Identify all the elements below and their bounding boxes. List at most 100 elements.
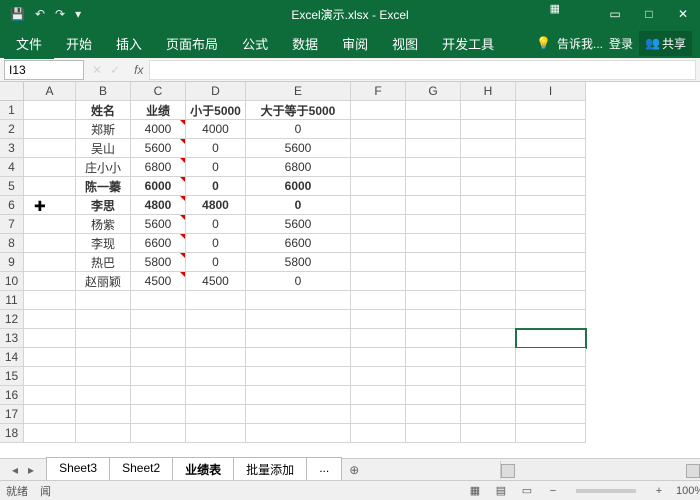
- col-header-C[interactable]: C: [131, 82, 186, 101]
- cell[interactable]: [131, 405, 186, 424]
- view-normal-icon[interactable]: ▦: [466, 484, 484, 497]
- sheet-tab-more[interactable]: ...: [306, 457, 342, 483]
- cell[interactable]: [516, 329, 586, 348]
- cell[interactable]: [406, 215, 461, 234]
- cell[interactable]: [461, 272, 516, 291]
- cell[interactable]: [246, 424, 351, 443]
- minimize-button[interactable]: [598, 0, 632, 28]
- cell[interactable]: [406, 348, 461, 367]
- cell[interactable]: 5600: [131, 139, 186, 158]
- cell[interactable]: [186, 348, 246, 367]
- tab-formula[interactable]: 公式: [230, 28, 280, 59]
- tab-layout[interactable]: 页面布局: [154, 28, 230, 59]
- cell[interactable]: [351, 329, 406, 348]
- cell[interactable]: [131, 348, 186, 367]
- cell[interactable]: [131, 386, 186, 405]
- save-icon[interactable]: 💾: [10, 7, 25, 21]
- cell[interactable]: 0: [186, 215, 246, 234]
- cell[interactable]: 4000: [186, 120, 246, 139]
- cell[interactable]: [406, 272, 461, 291]
- cell[interactable]: 郑斯: [76, 120, 131, 139]
- cell[interactable]: [461, 424, 516, 443]
- formula-commit-icon[interactable]: ✓: [110, 63, 120, 77]
- zoom-out-button[interactable]: −: [544, 485, 562, 497]
- cell[interactable]: [406, 329, 461, 348]
- ribbon-display-icon[interactable]: ▦: [550, 2, 560, 15]
- cell[interactable]: 5600: [246, 139, 351, 158]
- cell[interactable]: [24, 310, 76, 329]
- new-sheet-button[interactable]: ⊕: [341, 463, 367, 477]
- cell[interactable]: 6000: [131, 177, 186, 196]
- cell[interactable]: [406, 405, 461, 424]
- cell[interactable]: [406, 310, 461, 329]
- row-header[interactable]: 10: [0, 272, 24, 291]
- cell[interactable]: [406, 291, 461, 310]
- row-header[interactable]: 5: [0, 177, 24, 196]
- cell[interactable]: [461, 196, 516, 215]
- cell[interactable]: 0: [186, 234, 246, 253]
- cell[interactable]: [351, 120, 406, 139]
- cell[interactable]: [246, 348, 351, 367]
- cell[interactable]: [461, 120, 516, 139]
- spreadsheet-grid[interactable]: ABCDEFGHI 1姓名业绩小于5000大于等于50002郑斯40004000…: [0, 82, 700, 452]
- maximize-button[interactable]: [632, 0, 666, 28]
- cell[interactable]: [246, 329, 351, 348]
- cell[interactable]: 4000: [131, 120, 186, 139]
- cell[interactable]: [406, 101, 461, 120]
- tab-view[interactable]: 视图: [380, 28, 430, 59]
- cell[interactable]: [351, 348, 406, 367]
- cell[interactable]: 6000: [246, 177, 351, 196]
- cell[interactable]: 业绩: [131, 101, 186, 120]
- cell[interactable]: [461, 367, 516, 386]
- cell[interactable]: [406, 158, 461, 177]
- horizontal-scrollbar[interactable]: [500, 461, 700, 479]
- zoom-in-button[interactable]: +: [650, 485, 668, 497]
- row-header[interactable]: 8: [0, 234, 24, 253]
- tell-me-icon[interactable]: 💡: [536, 36, 551, 50]
- formula-bar[interactable]: [149, 60, 696, 80]
- cell[interactable]: [516, 158, 586, 177]
- row-header[interactable]: 7: [0, 215, 24, 234]
- row-header[interactable]: 13: [0, 329, 24, 348]
- row-header[interactable]: 12: [0, 310, 24, 329]
- cell[interactable]: 5800: [246, 253, 351, 272]
- cell[interactable]: [406, 424, 461, 443]
- cell[interactable]: [516, 120, 586, 139]
- sheet-tab-sheet3[interactable]: Sheet3: [46, 457, 110, 483]
- cell[interactable]: [351, 234, 406, 253]
- view-layout-icon[interactable]: ▤: [492, 484, 510, 497]
- cell[interactable]: [246, 310, 351, 329]
- cell[interactable]: 姓名: [76, 101, 131, 120]
- cell[interactable]: [24, 253, 76, 272]
- cell[interactable]: [516, 215, 586, 234]
- cell[interactable]: [516, 139, 586, 158]
- cell[interactable]: [131, 291, 186, 310]
- cell[interactable]: [186, 405, 246, 424]
- cell[interactable]: [76, 329, 131, 348]
- cell[interactable]: [186, 329, 246, 348]
- cell[interactable]: 4500: [131, 272, 186, 291]
- zoom-slider[interactable]: [576, 489, 636, 493]
- cell[interactable]: 0: [246, 196, 351, 215]
- login-button[interactable]: 登录: [609, 35, 633, 52]
- cell[interactable]: [461, 234, 516, 253]
- close-button[interactable]: [666, 0, 700, 28]
- cell[interactable]: [516, 424, 586, 443]
- name-box[interactable]: I13: [4, 60, 84, 80]
- cell[interactable]: [406, 120, 461, 139]
- cell[interactable]: [351, 367, 406, 386]
- cell[interactable]: [516, 234, 586, 253]
- cell[interactable]: 5600: [131, 215, 186, 234]
- cell[interactable]: [24, 291, 76, 310]
- cell[interactable]: [516, 367, 586, 386]
- cell[interactable]: [351, 253, 406, 272]
- cell[interactable]: [461, 139, 516, 158]
- cell[interactable]: 6800: [131, 158, 186, 177]
- cell[interactable]: [24, 424, 76, 443]
- cell[interactable]: 吴山: [76, 139, 131, 158]
- row-header[interactable]: 3: [0, 139, 24, 158]
- cell[interactable]: [351, 215, 406, 234]
- tab-dev[interactable]: 开发工具: [430, 28, 506, 59]
- cell[interactable]: [351, 101, 406, 120]
- cell[interactable]: [406, 386, 461, 405]
